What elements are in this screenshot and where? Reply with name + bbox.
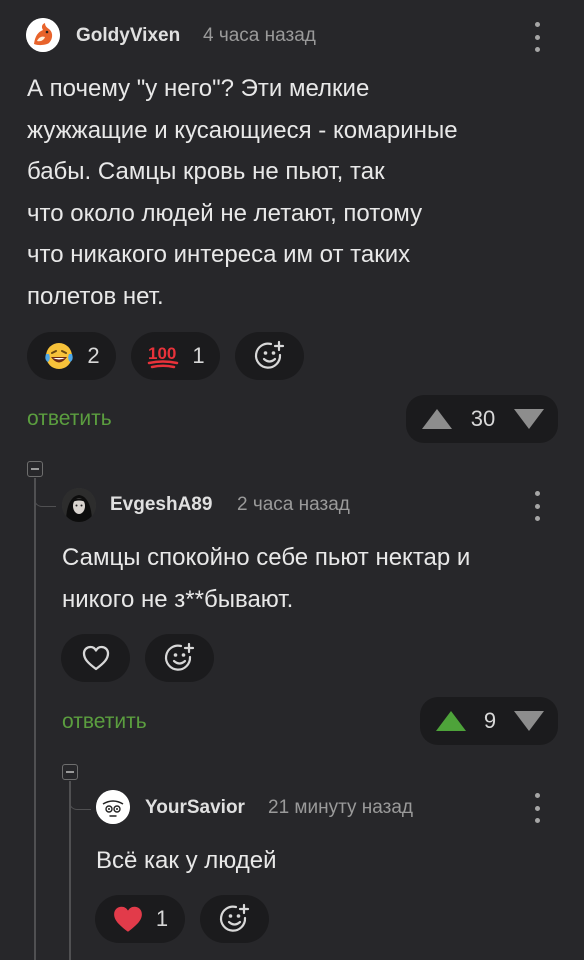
timestamp: 4 часа назад bbox=[203, 25, 316, 46]
comment-text: Всё как у людей bbox=[96, 847, 277, 874]
hundred-points-emoji-icon: 100 bbox=[148, 344, 179, 369]
add-reaction-button[interactable] bbox=[145, 634, 214, 682]
fox-avatar-icon bbox=[26, 18, 60, 52]
downvote-arrow-icon[interactable] bbox=[514, 711, 544, 731]
more-options-icon[interactable] bbox=[531, 491, 543, 521]
reaction-count: 1 bbox=[192, 343, 205, 368]
avatar[interactable] bbox=[26, 18, 60, 52]
user-avatar-icon bbox=[62, 488, 96, 522]
reaction-heart[interactable]: 1 bbox=[95, 895, 185, 943]
add-reaction-button[interactable] bbox=[235, 332, 304, 380]
upvote-arrow-icon[interactable] bbox=[422, 409, 452, 429]
user-avatar-icon bbox=[96, 790, 130, 824]
like-button[interactable] bbox=[61, 634, 130, 682]
avatar[interactable] bbox=[96, 790, 130, 824]
heart-outline-icon bbox=[82, 645, 109, 671]
heart-emoji-icon bbox=[114, 906, 142, 932]
add-emoji-icon bbox=[254, 340, 284, 369]
more-options-icon[interactable] bbox=[531, 22, 543, 52]
add-emoji-icon bbox=[219, 903, 249, 932]
upvote-arrow-icon[interactable] bbox=[436, 711, 466, 731]
reaction-laughing[interactable]: 2 bbox=[27, 332, 116, 380]
thread-line bbox=[34, 478, 36, 960]
thread-connector bbox=[69, 790, 91, 810]
avatar[interactable] bbox=[62, 488, 96, 522]
reaction-count: 1 bbox=[155, 906, 169, 931]
downvote-arrow-icon[interactable] bbox=[513, 409, 544, 429]
reply-link[interactable]: ответить bbox=[62, 710, 147, 734]
collapse-thread-button[interactable] bbox=[27, 461, 43, 477]
svg-text:100: 100 bbox=[148, 344, 176, 363]
reaction-hundred[interactable]: 100 1 bbox=[131, 332, 220, 380]
add-emoji-icon bbox=[164, 642, 194, 671]
author-name[interactable]: GoldyVixen bbox=[76, 25, 180, 47]
collapse-thread-button[interactable] bbox=[62, 764, 78, 780]
reply-link[interactable]: ответить bbox=[27, 407, 112, 431]
rating-box: 9 bbox=[420, 697, 558, 745]
timestamp: 21 минуту назад bbox=[268, 797, 413, 818]
thread-line bbox=[69, 781, 71, 960]
laughing-tears-emoji-icon bbox=[45, 343, 74, 369]
add-reaction-button[interactable] bbox=[200, 895, 269, 943]
comment-text: Самцы спокойно себе пьют нектар и никого… bbox=[62, 544, 471, 613]
more-options-icon[interactable] bbox=[531, 793, 543, 823]
rating-value: 9 bbox=[483, 708, 497, 733]
timestamp: 2 часа назад bbox=[237, 494, 350, 515]
thread-connector bbox=[34, 487, 56, 507]
author-name[interactable]: EvgeshA89 bbox=[110, 494, 212, 516]
author-name[interactable]: YourSavior bbox=[145, 797, 245, 819]
rating-box: 30 bbox=[406, 395, 558, 443]
reaction-count: 2 bbox=[87, 343, 100, 368]
rating-value: 30 bbox=[470, 406, 496, 431]
comment-text: А почему "у него"? Эти мелкие жужжащие и… bbox=[27, 75, 458, 310]
